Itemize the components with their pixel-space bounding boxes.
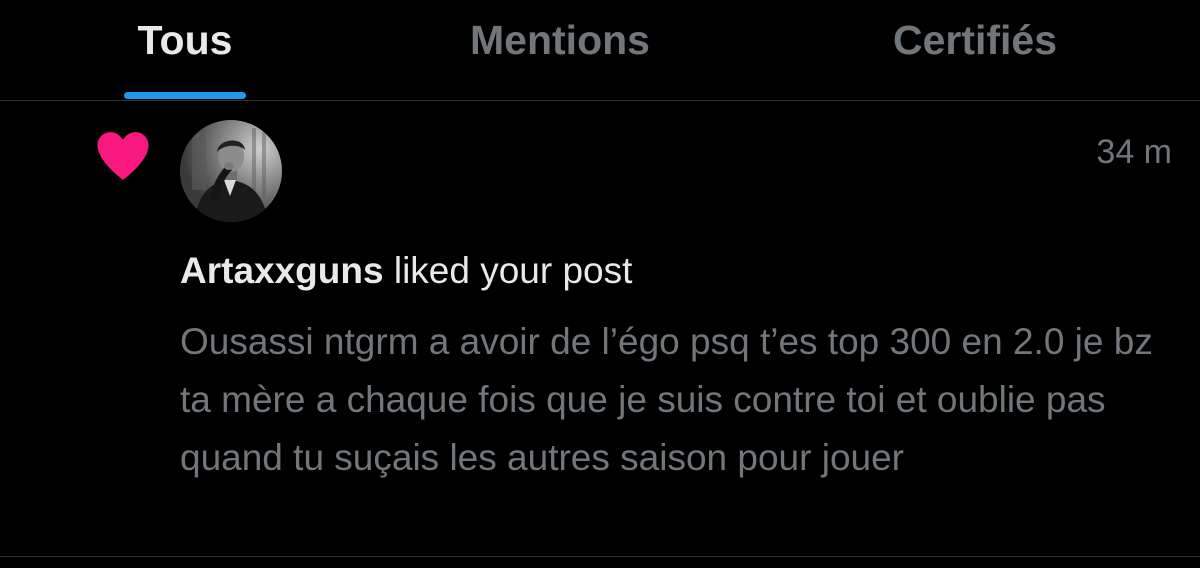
notification-action: liked your post [393, 250, 633, 291]
notification-timestamp: 34 m [1096, 133, 1172, 171]
tab-all-label: Tous [137, 17, 233, 63]
tab-all[interactable]: Tous [84, 0, 286, 100]
like-notification[interactable]: 34 m Artaxxguns liked your post Ousassi … [0, 101, 1200, 557]
avatar[interactable] [180, 120, 282, 222]
tab-verified-label: Certifiés [892, 17, 1058, 63]
tab-verified[interactable]: Certifiés [855, 0, 1095, 100]
notification-headline: Artaxxguns liked your post [180, 249, 1170, 293]
liked-post-text[interactable]: Ousassi ntgrm a avoir de l’égo psq t’es … [180, 313, 1180, 487]
active-tab-indicator [124, 92, 246, 99]
notification-tabs: Tous Mentions Certifiés [0, 0, 1200, 101]
heart-icon [97, 132, 149, 181]
tab-mentions-label: Mentions [470, 17, 650, 63]
tab-mentions[interactable]: Mentions [440, 0, 680, 100]
username-link[interactable]: Artaxxguns [180, 250, 384, 291]
avatar-photo [180, 120, 282, 222]
